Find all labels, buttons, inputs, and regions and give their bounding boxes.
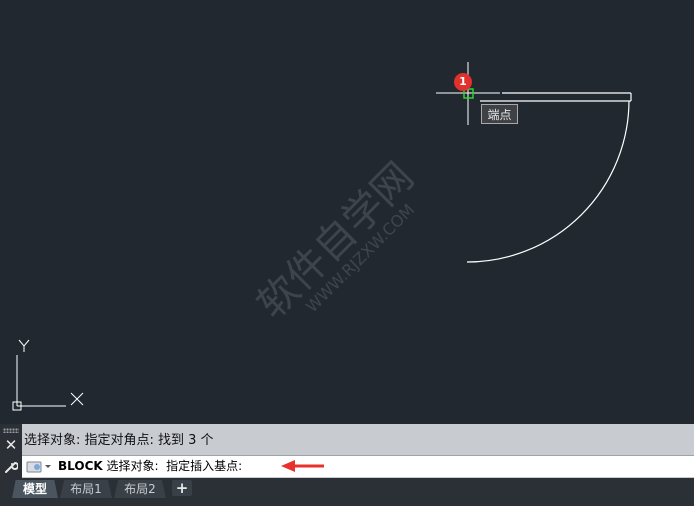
tab-layout2[interactable]: 布局2 — [114, 480, 166, 498]
close-icon[interactable]: ✕ — [4, 438, 18, 453]
command-line-panel: ✕ 选择对象: 指定对角点: 找到 3 个 BLOCK 选择对象: 指定插入基点… — [0, 424, 694, 478]
command-input[interactable]: BLOCK 选择对象: 指定插入基点: — [22, 455, 694, 477]
drawing-svg: 软件自学网 WWW.RJZXW.COM — [12, 62, 632, 411]
add-layout-button[interactable]: + — [172, 480, 192, 496]
watermark: 软件自学网 WWW.RJZXW.COM — [249, 154, 423, 328]
command-prompt-text: 选择对象: 指定插入基点: — [102, 459, 243, 473]
snap-tooltip: 端点 — [481, 104, 518, 124]
layout-tabbar: 模型 布局1 布局2 + — [0, 478, 694, 506]
customize-wrench-icon[interactable] — [4, 460, 18, 474]
tab-model[interactable]: 模型 — [12, 480, 58, 498]
command-history: 选择对象: 指定对角点: 找到 3 个 — [24, 433, 214, 448]
command-prompt: BLOCK 选择对象: 指定插入基点: — [58, 457, 242, 476]
recent-commands-icon[interactable] — [26, 459, 54, 474]
door-swing-arc — [466, 100, 630, 263]
command-keyword: BLOCK — [58, 459, 103, 473]
svg-text:软件自学网: 软件自学网 — [249, 154, 423, 328]
command-line-sidebar: ✕ — [0, 424, 22, 478]
drawing-canvas[interactable]: 软件自学网 WWW.RJZXW.COM 1 端点 — [0, 0, 694, 424]
red-arrow-icon — [281, 460, 324, 472]
grip-handle[interactable] — [3, 428, 19, 433]
tab-layout1[interactable]: 布局1 — [60, 480, 112, 498]
step-marker-badge: 1 — [454, 73, 472, 91]
ucs-icon — [12, 339, 84, 411]
